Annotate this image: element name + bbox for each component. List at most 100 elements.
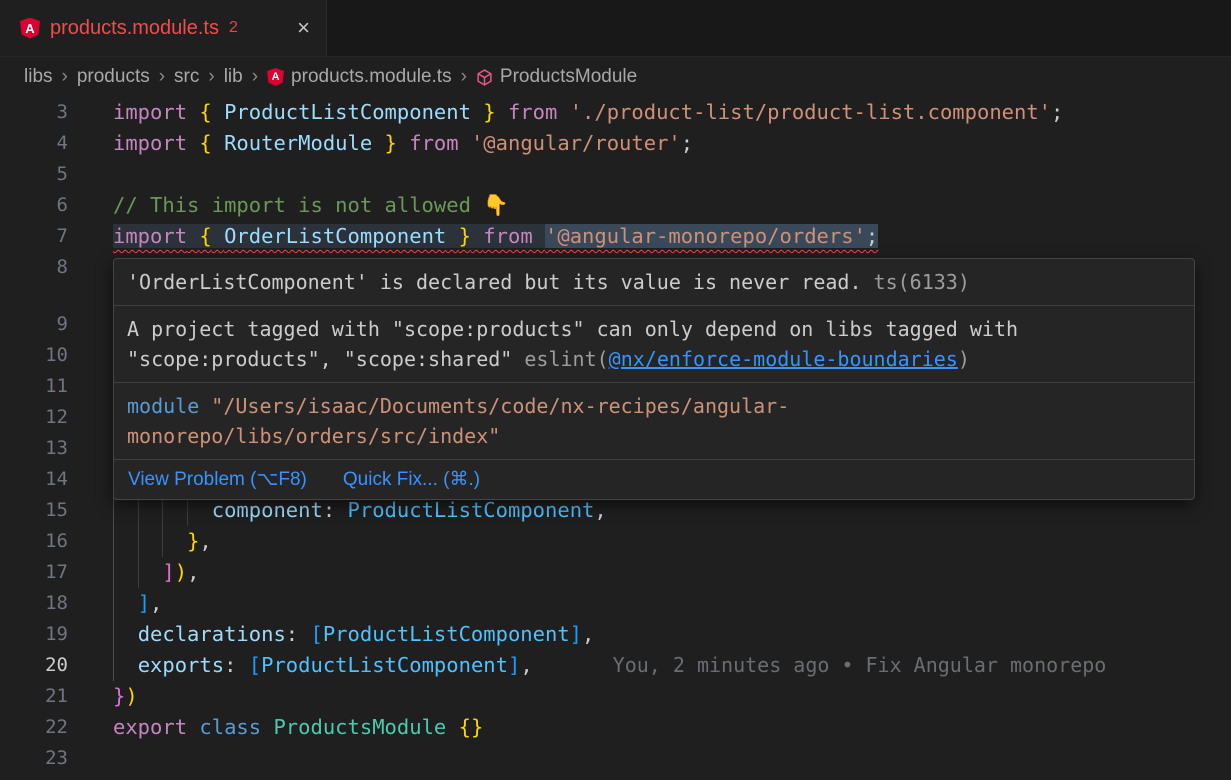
code-text: // This import is not allowed 👇 — [113, 193, 509, 217]
breadcrumb-separator: › — [461, 66, 467, 88]
breadcrumb-item-lib[interactable]: lib — [224, 66, 243, 88]
indent-guide — [113, 588, 114, 619]
code-line-17[interactable]: 17 ]), — [0, 557, 1231, 588]
code-text: ]), — [113, 560, 199, 584]
code-line-4[interactable]: 4import { RouterModule } from '@angular/… — [0, 128, 1231, 159]
code-line-7[interactable]: 7import { OrderListComponent } from '@an… — [0, 221, 1231, 252]
eslint-rule-link[interactable]: @nx/enforce-module-boundaries — [609, 347, 958, 371]
code-text: import { RouterModule } from '@angular/r… — [113, 131, 693, 155]
breadcrumb-separator: › — [159, 66, 165, 88]
line-number: 9 — [0, 309, 113, 340]
line-number: 11 — [0, 371, 113, 402]
line-number: 19 — [0, 619, 113, 650]
breadcrumb-separator: › — [208, 66, 214, 88]
hover-action-bar: View Problem (⌥F8) Quick Fix... (⌘.) — [114, 460, 1194, 499]
line-number: 16 — [0, 526, 113, 557]
breadcrumb-label: src — [174, 66, 199, 88]
code-line-16[interactable]: 16 }, — [0, 526, 1231, 557]
line-number: 6 — [0, 190, 113, 221]
line-number: 20 — [0, 650, 113, 681]
indent-guide — [138, 557, 139, 588]
line-number: 3 — [0, 97, 113, 128]
hover-section-ts-diagnostic: 'OrderListComponent' is declared but its… — [114, 259, 1194, 306]
breadcrumb-separator: › — [252, 66, 258, 88]
breadcrumb-label: products — [77, 66, 150, 88]
git-blame-annotation: You, 2 minutes ago • Fix Angular monorep… — [613, 653, 1107, 677]
code-text: exports: [ProductListComponent], — [113, 653, 533, 677]
line-content — [113, 743, 1231, 774]
line-content: ]), — [113, 557, 1231, 588]
line-number: 18 — [0, 588, 113, 619]
editor[interactable]: 3import { ProductListComponent } from '.… — [0, 97, 1231, 780]
line-content: }, — [113, 526, 1231, 557]
hover-text: ts(6133) — [862, 270, 970, 294]
code-text: declarations: [ProductListComponent], — [113, 622, 594, 646]
code-text: import { ProductListComponent } from './… — [113, 100, 1063, 124]
tab-close-icon[interactable]: × — [297, 17, 310, 39]
hover-text: module — [127, 394, 199, 418]
breadcrumb-item-products-module-ts[interactable]: Aproducts.module.ts — [267, 66, 452, 88]
breadcrumb-label: ProductsModule — [500, 66, 637, 88]
code-text: import { OrderListComponent } from '@ang… — [113, 224, 878, 248]
line-content: exports: [ProductListComponent], You, 2 m… — [113, 650, 1231, 681]
code-line-5[interactable]: 5 — [0, 159, 1231, 190]
line-content: import { ProductListComponent } from './… — [113, 97, 1231, 128]
code-line-18[interactable]: 18 ], — [0, 588, 1231, 619]
hover-sections: 'OrderListComponent' is declared but its… — [114, 259, 1194, 460]
hover-text: "/Users/isaac/Documents/code/nx-recipes/… — [127, 394, 789, 448]
tab-bar: A products.module.ts 2 × — [0, 0, 1231, 57]
indent-guide — [113, 619, 114, 650]
code-line-6[interactable]: 6// This import is not allowed 👇 — [0, 190, 1231, 221]
indent-guide — [113, 495, 114, 526]
breadcrumb-label: products.module.ts — [291, 66, 452, 88]
line-content: import { RouterModule } from '@angular/r… — [113, 128, 1231, 159]
breadcrumb: libs › products › src › lib › Aproducts.module.t… — [0, 57, 1231, 97]
line-number: 14 — [0, 464, 113, 495]
hover-section-eslint-diagnostic: A project tagged with "scope:products" c… — [114, 306, 1194, 383]
quick-fix-action[interactable]: Quick Fix... (⌘.) — [343, 468, 480, 491]
code-line-21[interactable]: 21}) — [0, 681, 1231, 712]
line-number: 13 — [0, 433, 113, 464]
hover-text: eslint( — [524, 347, 608, 371]
code-line-20[interactable]: 20 exports: [ProductListComponent], You, … — [0, 650, 1231, 681]
view-problem-action[interactable]: View Problem (⌥F8) — [128, 468, 307, 491]
code-line-23[interactable]: 23 — [0, 743, 1231, 774]
line-number: 5 — [0, 159, 113, 190]
line-number: 17 — [0, 557, 113, 588]
breadcrumb-item-src[interactable]: src — [174, 66, 199, 88]
indent-guide — [113, 557, 114, 588]
line-content: }) — [113, 681, 1231, 712]
breadcrumb-item-products[interactable]: products — [77, 66, 150, 88]
angular-icon: A — [267, 68, 284, 86]
code-line-22[interactable]: 22export class ProductsModule {} — [0, 712, 1231, 743]
breadcrumb-item-productsmodule[interactable]: ProductsModule — [476, 66, 637, 88]
breadcrumb-separator: › — [62, 66, 68, 88]
line-content: import { OrderListComponent } from '@ang… — [113, 221, 1231, 252]
breadcrumb-label: libs — [24, 66, 53, 88]
code-text: export class ProductsModule {} — [113, 715, 483, 739]
line-content: export class ProductsModule {} — [113, 712, 1231, 743]
line-number: 10 — [0, 340, 113, 371]
line-content: // This import is not allowed 👇 — [113, 190, 1231, 221]
line-number: 21 — [0, 681, 113, 712]
hover-section-module-path: module "/Users/isaac/Documents/code/nx-r… — [114, 383, 1194, 460]
line-number: 15 — [0, 495, 113, 526]
tab-products-module[interactable]: A products.module.ts 2 × — [0, 0, 327, 56]
tab-title: products.module.ts — [50, 17, 219, 40]
line-number: 22 — [0, 712, 113, 743]
tab-error-count: 2 — [229, 19, 238, 37]
code-line-3[interactable]: 3import { ProductListComponent } from '.… — [0, 97, 1231, 128]
code-text: }) — [113, 684, 138, 708]
breadcrumb-item-libs[interactable]: libs — [24, 66, 53, 88]
hover-popup: 'OrderListComponent' is declared but its… — [113, 258, 1195, 500]
line-number: 7 — [0, 221, 113, 252]
line-number: 12 — [0, 402, 113, 433]
line-content: ], — [113, 588, 1231, 619]
hover-text: 'OrderListComponent' is declared but its… — [127, 270, 862, 294]
code-text: ], — [113, 591, 162, 615]
line-number: 4 — [0, 128, 113, 159]
breadcrumb-label: lib — [224, 66, 243, 88]
code-line-19[interactable]: 19 declarations: [ProductListComponent], — [0, 619, 1231, 650]
line-content: declarations: [ProductListComponent], — [113, 619, 1231, 650]
indent-guide — [113, 650, 114, 681]
